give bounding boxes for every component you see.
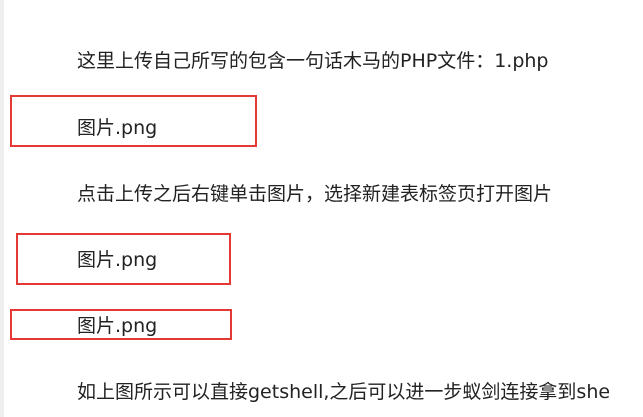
paragraph-open-image-instruction: 点击上传之后右键单击图片，选择新建表标签页打开图片	[77, 183, 553, 205]
image-placeholder-text: 图片.png	[77, 315, 158, 337]
image-placeholder-text: 图片.png	[77, 117, 158, 139]
paragraph-upload-instruction: 这里上传自己所写的包含一句话木马的PHP文件：1.php	[77, 50, 549, 72]
image-placeholder-text: 图片.png	[77, 249, 158, 271]
paragraph-getshell-note: 如上图所示可以直接getshell,之后可以进一步蚁剑连接拿到she	[77, 381, 611, 403]
left-border	[0, 0, 4, 417]
